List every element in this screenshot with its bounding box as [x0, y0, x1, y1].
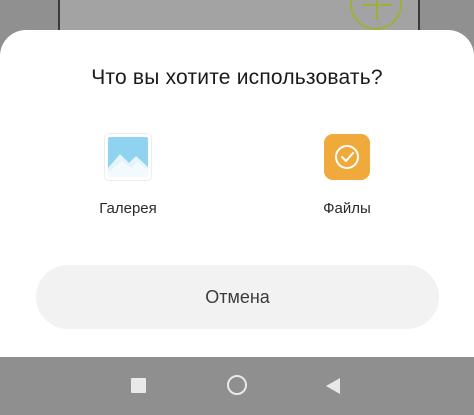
gallery-icon	[105, 134, 151, 180]
files-icon	[324, 134, 370, 180]
navigation-bar	[0, 357, 474, 415]
back-icon	[326, 378, 340, 394]
back-button[interactable]	[304, 357, 364, 415]
dialog-title: Что вы хотите использовать?	[91, 66, 383, 89]
cancel-button[interactable]: Отмена	[36, 265, 439, 329]
option-files-label: Файлы	[323, 200, 371, 217]
option-gallery[interactable]: Галерея	[58, 134, 198, 217]
option-gallery-label: Галерея	[99, 200, 157, 217]
option-files[interactable]: Файлы	[277, 134, 417, 217]
recent-apps-button[interactable]	[108, 357, 168, 415]
home-icon	[227, 375, 247, 395]
home-button[interactable]	[207, 357, 267, 415]
recent-apps-icon	[131, 378, 146, 393]
